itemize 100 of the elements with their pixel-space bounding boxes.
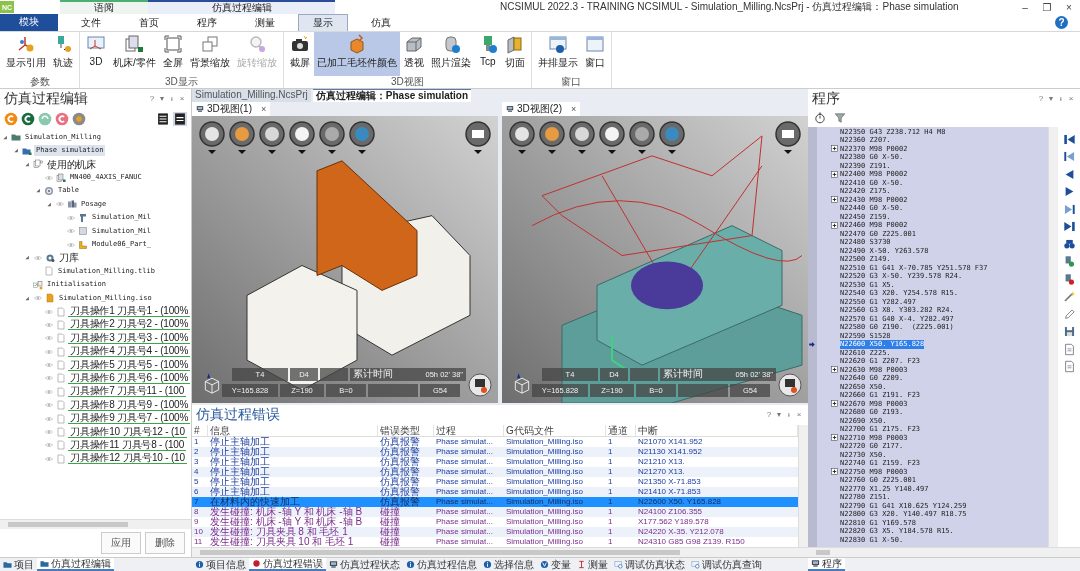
ribbon-button[interactable]: 截屏: [286, 31, 313, 76]
calculator-icon[interactable]: [778, 372, 802, 397]
zoom-icon[interactable]: [288, 119, 316, 156]
tree-item[interactable]: 刀具操作11 刀具号8 - (100: [68, 439, 187, 451]
tree-item[interactable]: 刀具操作12 刀具号10 - (10: [68, 453, 187, 465]
table-row[interactable]: 8 发生碰撞: 机床 -轴 Y 和 机床 -轴 B 碰撞 Phase simulat... Simulation_Milling.iso 1 N24100 Z106.355: [192, 506, 798, 517]
column-header[interactable]: 信息: [208, 424, 378, 436]
tree-item[interactable]: 刀具操作1 刀具号1 - (100%: [68, 306, 191, 317]
ribbon-button[interactable]: 3D: [83, 31, 109, 76]
rotate-icon[interactable]: [658, 119, 686, 156]
pane-tab[interactable]: 仿真过程编辑: [37, 558, 114, 571]
expand-icon[interactable]: [831, 171, 838, 178]
document-icon[interactable]: [1062, 342, 1076, 356]
tree-item[interactable]: 使用的机床: [45, 158, 98, 170]
table-row[interactable]: 7 在材料内的快速加工 仿真报警 Phase simulat... Simulation_Milling.iso 1 N22600 X50. Y165.828: [192, 496, 798, 507]
expand-icon[interactable]: [831, 434, 838, 442]
pane-tab[interactable]: 仿真过程错误: [249, 558, 326, 571]
pane-tab[interactable]: 仿真过程状态: [326, 558, 403, 571]
help-button[interactable]: ?: [1036, 94, 1046, 104]
pane-tab[interactable]: 调试仿真状态: [611, 558, 688, 571]
column-header[interactable]: G代码文件: [504, 424, 606, 436]
pane-button[interactable]: 应用: [101, 532, 141, 554]
dropdown-button[interactable]: ▾: [774, 410, 784, 420]
display-mode-icon[interactable]: [198, 119, 226, 156]
ribbon-button[interactable]: 窗口: [581, 31, 608, 76]
tree-item[interactable]: 刀具操作6 刀具号6 - (100%: [68, 372, 191, 384]
expand-icon[interactable]: [831, 196, 838, 204]
ribbon-tab[interactable]: 程序: [182, 14, 232, 31]
ribbon-button[interactable]: 照片渲染: [427, 31, 474, 76]
minimize-button[interactable]: –: [1014, 0, 1036, 14]
column-header[interactable]: 错误类型: [378, 424, 434, 436]
selection-icon[interactable]: [628, 119, 656, 156]
close-button[interactable]: ×: [1066, 94, 1076, 104]
help-button[interactable]: ?: [764, 410, 774, 420]
refresh-icon[interactable]: [55, 111, 69, 126]
ribbon-tab[interactable]: 文件: [66, 14, 116, 31]
ribbon-button[interactable]: 背景缩放: [186, 31, 233, 76]
ribbon-button[interactable]: 并排显示: [534, 31, 581, 76]
document-icon[interactable]: [1062, 360, 1076, 374]
zoom-icon[interactable]: [598, 119, 626, 156]
help-button[interactable]: ?: [147, 94, 157, 104]
pin-button[interactable]: ᵻ: [1056, 94, 1066, 104]
expand-icon[interactable]: [831, 366, 838, 374]
help-button[interactable]: ?: [1055, 15, 1068, 29]
skip-start-icon[interactable]: [1062, 132, 1076, 146]
stopwatch-icon[interactable]: [814, 111, 826, 124]
tree-item[interactable]: 刀具操作10 刀具号12 - (10: [68, 426, 187, 438]
pane-tab[interactable]: 程序: [808, 558, 845, 571]
rotate-icon[interactable]: [348, 119, 376, 156]
stock-icon[interactable]: [228, 119, 256, 156]
ribbon-button[interactable]: 轨迹: [50, 31, 76, 76]
tree-item[interactable]: 刀具操作9 刀具号7 - (100%: [68, 413, 191, 425]
calculator-icon[interactable]: [468, 372, 492, 397]
tree-item[interactable]: 刀具操作4 刀具号4 - (100%: [68, 346, 191, 358]
close-button[interactable]: ×: [794, 410, 804, 420]
expand-icon[interactable]: [831, 222, 838, 229]
vertical-scrollbar[interactable]: [1048, 126, 1058, 547]
camera-settings-icon[interactable]: [464, 119, 492, 156]
ribbon-button[interactable]: Tcp: [474, 31, 501, 76]
pin-button[interactable]: ᵻ: [167, 94, 177, 104]
step-forward-icon[interactable]: [1062, 202, 1076, 216]
skip-end-icon[interactable]: [1062, 220, 1076, 234]
tree-item[interactable]: 刀具操作7 刀具号11 - (100: [68, 386, 187, 398]
pane-tab[interactable]: 变量: [537, 558, 574, 571]
column-header[interactable]: 通道: [606, 424, 636, 436]
table-row[interactable]: 10 发生碰撞: 刀具夹具 8 和 毛坯 1 碰撞 Phase simulat... Simulation_Milling.iso 1 N24220 X-35. Y212.078: [192, 526, 798, 537]
ribbon-tab[interactable]: 显示: [298, 14, 348, 31]
expand-icon[interactable]: [831, 145, 838, 153]
camera-settings-icon[interactable]: [774, 119, 802, 156]
dropdown-button[interactable]: ▾: [157, 94, 167, 104]
ribbon-button[interactable]: 全屏: [159, 31, 186, 76]
table-row[interactable]: 6 停止主轴加工 仿真报警 Phase simulat... Simulation_Milling.iso 1 N21410 X-71.853: [192, 486, 798, 497]
list-view-icon[interactable]: [173, 111, 187, 126]
ribbon-button[interactable]: 显示引用: [3, 31, 49, 76]
expand-icon[interactable]: [831, 400, 838, 408]
display-mode-icon[interactable]: [508, 119, 536, 156]
gear-icon[interactable]: [72, 111, 86, 126]
ribbon-tab[interactable]: 仿真: [356, 14, 406, 31]
pane-tab[interactable]: 测量: [574, 558, 611, 571]
tree-item[interactable]: 刀具操作5 刀具号5 - (100%: [68, 359, 191, 371]
close-button[interactable]: ×: [571, 103, 577, 114]
ribbon-button[interactable]: 机床/零件: [110, 31, 159, 76]
list-view-icon[interactable]: [156, 111, 170, 126]
ribbon-tab[interactable]: 首页: [124, 14, 174, 31]
wand-icon[interactable]: [1062, 290, 1076, 304]
horizontal-scrollbar[interactable]: [0, 519, 191, 529]
cylinder-icon[interactable]: [258, 119, 286, 156]
dropdown-button[interactable]: ▾: [1046, 94, 1056, 104]
tree-item[interactable]: 刀具操作8 刀具号9 - (100%: [68, 399, 191, 411]
filter-icon[interactable]: [834, 111, 846, 124]
cylinder-icon[interactable]: [568, 119, 596, 156]
close-button[interactable]: ×: [1058, 0, 1080, 14]
refresh-icon[interactable]: [21, 111, 35, 126]
expand-icon[interactable]: [831, 468, 838, 476]
pane-tab[interactable]: 调试仿真查询: [688, 558, 765, 571]
ribbon-button[interactable]: 已加工毛坯件颜色: [313, 31, 400, 76]
pane-tab[interactable]: 项目信息: [192, 558, 249, 571]
column-header[interactable]: #: [192, 424, 208, 436]
ribbon-button[interactable]: 透视: [400, 31, 427, 76]
tree-item[interactable]: 刀具操作2 刀具号2 - (100%: [68, 319, 191, 331]
